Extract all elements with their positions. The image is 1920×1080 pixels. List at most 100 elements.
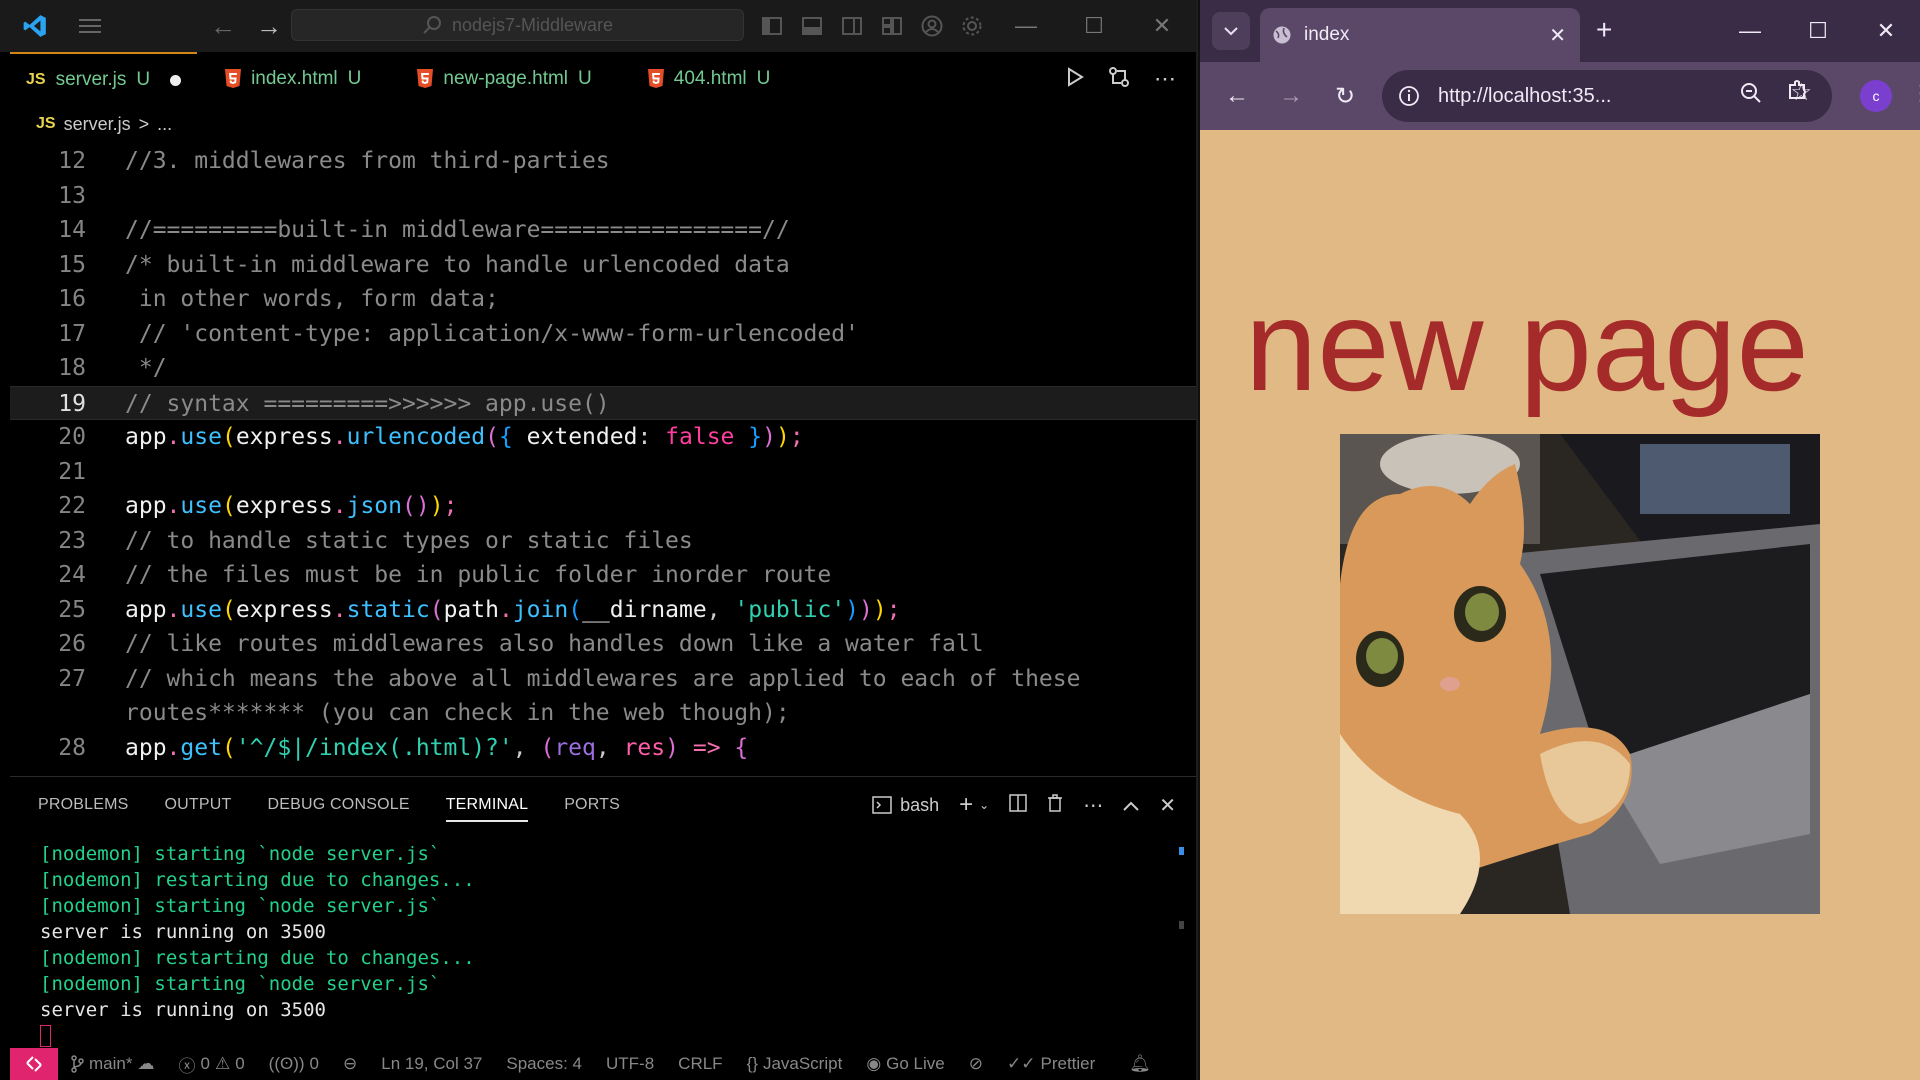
- tab-404-html[interactable]: 404.html U: [632, 52, 787, 106]
- back-arrow-icon[interactable]: ←: [210, 11, 236, 42]
- panel-tab-output[interactable]: OUTPUT: [165, 796, 232, 814]
- breadcrumb-file[interactable]: server.js: [64, 114, 131, 135]
- code-text[interactable]: app.use(express.urlencoded({ extended: f…: [125, 420, 804, 455]
- chevron-down-icon[interactable]: ⌄: [979, 798, 989, 812]
- code-line[interactable]: 26 // like routes middlewares also handle…: [10, 627, 1196, 662]
- command-center-search[interactable]: nodejs7-Middleware: [291, 9, 744, 41]
- panel-tab-terminal[interactable]: TERMINAL: [445, 796, 529, 822]
- toggle-secondary-sidebar-icon[interactable]: [832, 17, 872, 35]
- menu-icon[interactable]: [70, 0, 110, 52]
- code-line[interactable]: 21: [10, 455, 1196, 490]
- toggle-panel-icon[interactable]: [792, 17, 832, 35]
- code-text[interactable]: routes******* (you can check in the web …: [125, 696, 790, 731]
- trash-icon[interactable]: [1047, 793, 1063, 817]
- code-editor[interactable]: 12 //3. middlewares from third-parties 13 1…: [10, 144, 1196, 776]
- maximize-panel-chevron-up-icon[interactable]: [1123, 795, 1139, 816]
- unsaved-dot-icon[interactable]: [170, 74, 182, 86]
- settings-gear-icon[interactable]: [952, 15, 992, 37]
- compare-changes-icon[interactable]: [1108, 66, 1130, 93]
- ports-count[interactable]: ((ʘ)) 0: [257, 1054, 331, 1074]
- code-line[interactable]: 17 // 'content-type: application/x-www-f…: [10, 317, 1196, 352]
- code-line[interactable]: 25 app.use(express.static(path.join(__dir…: [10, 593, 1196, 628]
- maximize-icon[interactable]: ☐: [1060, 13, 1128, 39]
- language-mode[interactable]: {} JavaScript: [735, 1054, 855, 1074]
- prettier-status[interactable]: ✓✓ Prettier: [995, 1054, 1107, 1074]
- code-line[interactable]: 16 in other words, form data;: [10, 282, 1196, 317]
- code-text[interactable]: in other words, form data;: [125, 282, 499, 317]
- toggle-primary-sidebar-icon[interactable]: [752, 17, 792, 35]
- copilot-disabled-icon[interactable]: ⊘: [957, 1054, 995, 1074]
- url-text[interactable]: http://localhost:35...: [1438, 85, 1611, 108]
- notifications-bell-icon[interactable]: 🔔︎: [1117, 1054, 1163, 1074]
- browser-tab-index[interactable]: index ✕: [1260, 8, 1580, 62]
- back-arrow-icon[interactable]: ←: [1210, 82, 1264, 110]
- close-tab-icon[interactable]: ✕: [1549, 23, 1566, 48]
- account-icon[interactable]: [912, 15, 952, 37]
- code-line[interactable]: 19 // syntax =========>>>>>> app.use(): [10, 385, 1196, 422]
- close-panel-icon[interactable]: ✕: [1159, 793, 1176, 818]
- code-line[interactable]: 24 // the files must be in public folder …: [10, 558, 1196, 593]
- code-text[interactable]: app.use(express.json());: [125, 489, 457, 524]
- end-of-line[interactable]: CRLF: [666, 1054, 734, 1074]
- code-text[interactable]: /* built-in middleware to handle urlenco…: [125, 248, 790, 283]
- code-line[interactable]: 28 app.get('^/$|/index(.html)?', (req, re…: [10, 731, 1196, 766]
- terminal-shell-selector[interactable]: bash: [872, 795, 939, 816]
- git-branch[interactable]: main* ☁: [58, 1054, 166, 1074]
- code-line[interactable]: 27 // which means the above all middlewar…: [10, 662, 1196, 697]
- code-text[interactable]: app.get('^/$|/index(.html)?', (req, res)…: [125, 731, 748, 766]
- tab-new-page-html[interactable]: new-page.html U: [401, 52, 607, 106]
- code-line[interactable]: 22 app.use(express.json());: [10, 489, 1196, 524]
- sync-icon[interactable]: ☁: [137, 1054, 154, 1074]
- go-live-button[interactable]: ◉ Go Live: [854, 1054, 956, 1074]
- code-line[interactable]: 23 // to handle static types or static fi…: [10, 524, 1196, 559]
- run-play-icon[interactable]: [1066, 66, 1084, 92]
- customize-layout-icon[interactable]: [872, 17, 912, 35]
- code-line[interactable]: 14 //=========built-in middleware========…: [10, 213, 1196, 248]
- close-icon[interactable]: ✕: [1128, 13, 1196, 39]
- code-text[interactable]: //3. middlewares from third-parties: [125, 144, 610, 179]
- address-bar[interactable]: http://localhost:35... ☆: [1382, 70, 1832, 122]
- split-terminal-icon[interactable]: [1009, 793, 1027, 817]
- maximize-icon[interactable]: ☐: [1784, 18, 1852, 44]
- panel-tab-ports[interactable]: PORTS: [564, 796, 620, 814]
- code-text[interactable]: // like routes middlewares also handles …: [125, 627, 984, 662]
- forward-arrow-icon[interactable]: →: [1264, 82, 1318, 110]
- tab-server-js[interactable]: JS server.js U: [10, 52, 198, 106]
- code-line[interactable]: routes******* (you can check in the web …: [10, 696, 1196, 731]
- zoom-magnifier-icon[interactable]: [1740, 82, 1762, 110]
- code-text[interactable]: // syntax =========>>>>>> app.use(): [125, 387, 610, 422]
- problems-count[interactable]: ⓧ 0 ⚠ 0: [166, 1052, 256, 1077]
- new-terminal-plus-icon[interactable]: +: [959, 791, 973, 819]
- reload-icon[interactable]: ↻: [1318, 82, 1372, 111]
- close-icon[interactable]: ✕: [1852, 18, 1920, 44]
- code-line[interactable]: 15 /* built-in middleware to handle urlen…: [10, 248, 1196, 283]
- tab-index-html[interactable]: index.html U: [209, 52, 377, 106]
- code-line[interactable]: 18 */: [10, 351, 1196, 386]
- extensions-puzzle-icon[interactable]: [1786, 78, 1810, 107]
- code-line[interactable]: 12 //3. middlewares from third-parties: [10, 144, 1196, 179]
- tab-search-chevron-down-icon[interactable]: [1212, 12, 1250, 50]
- code-line[interactable]: 13: [10, 179, 1196, 214]
- zoom-icon[interactable]: ⊖: [331, 1054, 369, 1074]
- new-tab-plus-icon[interactable]: +: [1596, 14, 1612, 46]
- breadcrumb-symbol[interactable]: ...: [157, 114, 172, 135]
- code-text[interactable]: */: [125, 351, 167, 386]
- code-text[interactable]: // which means the above all middlewares…: [125, 662, 1080, 697]
- browser-menu-icon[interactable]: ⋮: [1910, 80, 1920, 106]
- minimize-icon[interactable]: —: [1716, 18, 1784, 44]
- encoding[interactable]: UTF-8: [594, 1054, 666, 1074]
- terminal-output[interactable]: [nodemon] starting `node server.js` [node…: [40, 841, 475, 1054]
- panel-tab-problems[interactable]: PROBLEMS: [38, 796, 129, 814]
- indentation[interactable]: Spaces: 4: [494, 1054, 594, 1074]
- code-text[interactable]: // to handle static types or static file…: [125, 524, 693, 559]
- code-text[interactable]: // the files must be in public folder in…: [125, 558, 831, 593]
- code-line[interactable]: 20 app.use(express.urlencoded({ extended:…: [10, 420, 1196, 455]
- more-actions-icon[interactable]: ⋯: [1083, 793, 1103, 818]
- code-text[interactable]: //=========built-in middleware==========…: [125, 213, 790, 248]
- code-text[interactable]: // 'content-type: application/x-www-form…: [125, 317, 859, 352]
- profile-avatar[interactable]: c: [1860, 80, 1892, 112]
- site-info-icon[interactable]: [1398, 85, 1420, 107]
- forward-arrow-icon[interactable]: →: [256, 11, 282, 42]
- cursor-position[interactable]: Ln 19, Col 37: [369, 1054, 494, 1074]
- panel-tab-debug-console[interactable]: DEBUG CONSOLE: [268, 796, 410, 814]
